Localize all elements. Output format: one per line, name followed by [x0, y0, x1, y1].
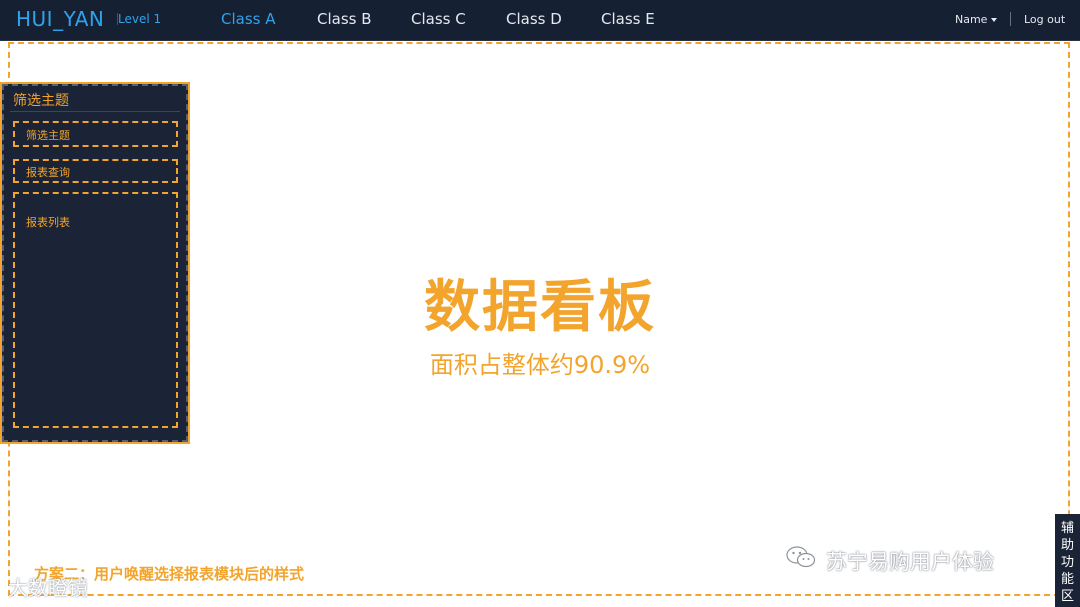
aux-char: 能	[1060, 572, 1074, 587]
report-query-label: 报表查询	[26, 166, 70, 179]
watermark-left: 大数瞪镜	[8, 576, 88, 600]
aux-char: 区	[1060, 589, 1074, 604]
level-label: Level 1	[118, 12, 162, 26]
dashboard-subtitle: 面积占整体约90.9%	[429, 351, 651, 379]
dashboard-title: 数据看板	[424, 275, 656, 340]
wechat-icon	[786, 546, 816, 568]
user-menu[interactable]: Name	[955, 13, 987, 26]
nav-tab-class-e[interactable]: Class E	[601, 10, 655, 28]
top-navigation-bar: HUI_YAN Level 1 Class A Class B Class C …	[0, 0, 1080, 41]
filter-topic-label: 筛选主题	[26, 129, 70, 142]
filter-topic-box[interactable]: 筛选主题	[13, 121, 178, 147]
sidebar-divider	[10, 111, 180, 112]
header-divider	[1010, 12, 1011, 26]
report-query-box[interactable]: 报表查询	[13, 159, 178, 183]
logout-link[interactable]: Log out	[1024, 13, 1065, 26]
aux-char: 辅	[1060, 521, 1074, 536]
nav-tab-class-b[interactable]: Class B	[317, 10, 372, 28]
nav-tab-class-d[interactable]: Class D	[506, 10, 562, 28]
brand-logo[interactable]: HUI_YAN	[16, 7, 104, 31]
nav-tab-class-c[interactable]: Class C	[411, 10, 466, 28]
filter-sidebar: 筛选主题 筛选主题 报表查询 报表列表	[0, 82, 190, 444]
aux-char: 助	[1060, 538, 1074, 553]
sidebar-title: 筛选主题	[13, 93, 69, 109]
report-list-label: 报表列表	[26, 216, 70, 229]
nav-tab-class-a[interactable]: Class A	[221, 10, 276, 28]
auxiliary-function-tab[interactable]: 辅 助 功 能 区	[1055, 514, 1080, 607]
aux-char: 功	[1060, 555, 1074, 570]
chevron-down-icon[interactable]	[991, 18, 997, 22]
report-list-box[interactable]: 报表列表	[13, 192, 178, 428]
watermark-right: 苏宁易购用户体验	[826, 550, 994, 574]
